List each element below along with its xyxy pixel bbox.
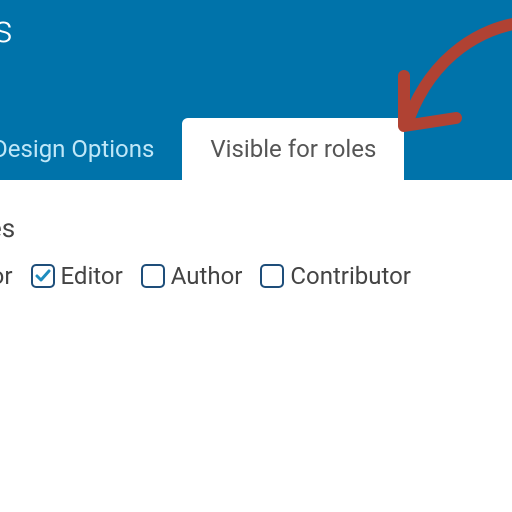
tab-label: Design Options [0, 135, 154, 163]
settings-header: gs Design Options Visible for roles [0, 0, 512, 180]
role-label: Contributor [290, 262, 411, 290]
role-option-contributor: Contributor [260, 262, 411, 290]
role-checkbox-row: ator Editor Author Contributor [0, 262, 512, 290]
tab-label: Visible for roles [210, 135, 376, 163]
role-option-administrator: ator [0, 262, 13, 290]
role-label: ator [0, 262, 13, 290]
check-icon [35, 268, 51, 284]
role-label: Author [171, 262, 243, 290]
role-option-author: Author [141, 262, 243, 290]
tab-visible-for-roles[interactable]: Visible for roles [182, 118, 404, 180]
panel-visible-for-roles: es ator Editor Author Contributor [0, 180, 512, 512]
tab-design-options[interactable]: Design Options [0, 118, 182, 180]
checkbox-author[interactable] [141, 264, 165, 288]
tab-bar: Design Options Visible for roles [0, 118, 404, 180]
checkbox-editor[interactable] [31, 264, 55, 288]
checkbox-contributor[interactable] [260, 264, 284, 288]
role-option-editor: Editor [31, 262, 123, 290]
section-heading: es [0, 214, 512, 244]
page-title: gs [0, 0, 512, 52]
role-label: Editor [61, 262, 123, 290]
